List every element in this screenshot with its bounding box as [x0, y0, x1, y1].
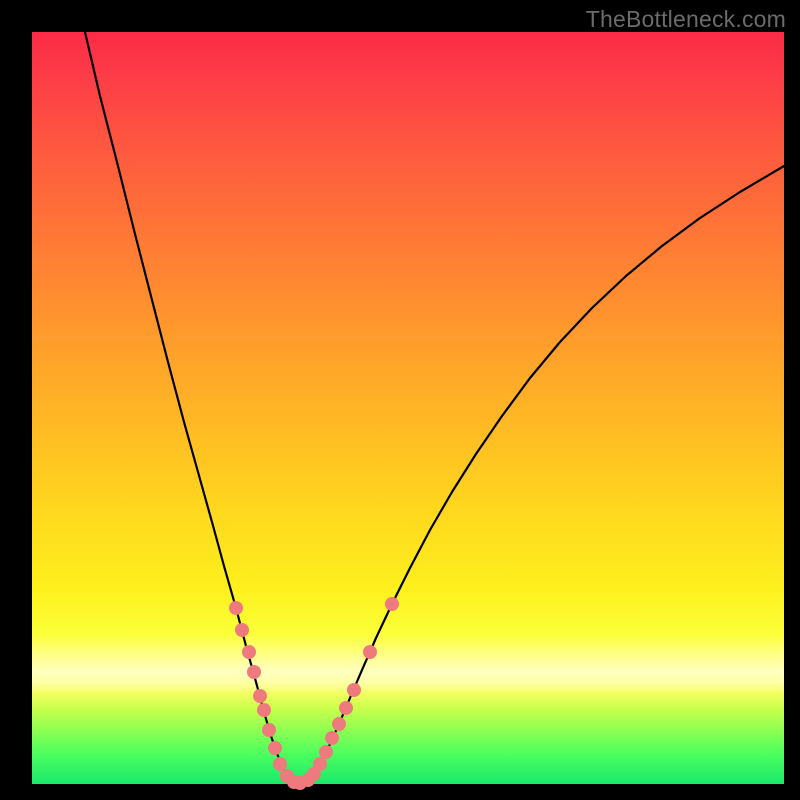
data-point — [385, 597, 399, 611]
data-point — [253, 689, 267, 703]
data-point — [257, 703, 271, 717]
data-point — [363, 645, 377, 659]
data-point — [332, 717, 346, 731]
data-point — [273, 757, 287, 771]
data-point — [268, 741, 282, 755]
data-point — [339, 701, 353, 715]
chart-frame: TheBottleneck.com — [0, 0, 800, 800]
data-point — [319, 745, 333, 759]
plot-area — [32, 32, 784, 784]
dots-right-cluster — [301, 597, 399, 787]
data-point — [229, 601, 243, 615]
data-point — [325, 731, 339, 745]
curve-svg — [32, 32, 784, 784]
watermark-text: TheBottleneck.com — [586, 6, 786, 33]
dots-left-cluster — [229, 601, 307, 790]
data-point — [235, 623, 249, 637]
data-point — [347, 683, 361, 697]
data-point — [247, 665, 261, 679]
data-point — [313, 757, 327, 771]
bottleneck-curve — [85, 32, 784, 783]
data-point — [262, 723, 276, 737]
data-point — [242, 645, 256, 659]
